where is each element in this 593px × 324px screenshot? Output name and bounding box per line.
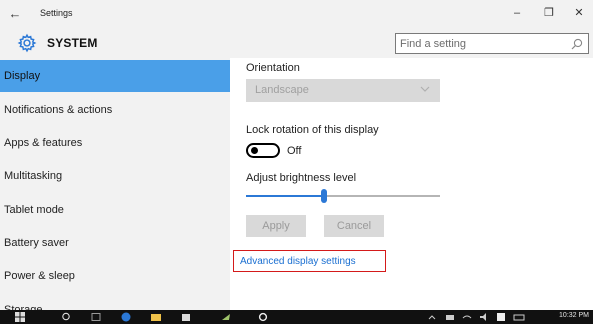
display-settings-panel: Orientation Landscape Lock rotation of t… [230,58,593,310]
sidebar-item-notifications[interactable]: Notifications & actions [0,94,230,126]
search-box[interactable] [395,33,589,54]
minimize-button[interactable]: – [507,4,527,22]
keyboard-icon[interactable] [513,312,525,322]
file-explorer-icon[interactable] [150,312,162,322]
sidebar-item-battery-saver[interactable]: Battery saver [0,227,230,259]
network-icon[interactable] [461,312,473,322]
close-button[interactable]: ✕ [569,4,589,22]
sidebar: Display Notifications & actions Apps & f… [0,58,230,310]
orientation-dropdown[interactable]: Landscape [246,79,440,102]
toggle-knob [251,147,258,154]
advanced-display-settings-link[interactable]: Advanced display settings [240,256,356,267]
lock-rotation-state: Off [287,145,302,157]
title-bar: ← Settings – ❐ ✕ [0,0,593,28]
section-header: SYSTEM [0,28,593,58]
search-input[interactable] [400,36,560,51]
cancel-button[interactable]: Cancel [324,215,384,237]
chevron-up-icon[interactable] [426,312,438,322]
edge-browser-icon[interactable] [120,312,132,322]
highlight-box: Advanced display settings [233,250,386,272]
apply-button[interactable]: Apply [246,215,306,237]
chevron-down-icon [420,86,430,92]
search-icon[interactable] [60,312,72,322]
slider-track [324,195,440,197]
window-title: Settings [40,8,73,18]
sidebar-item-power-sleep[interactable]: Power & sleep [0,260,230,292]
slider-thumb[interactable] [321,189,327,203]
back-arrow-icon[interactable]: ← [6,5,24,23]
lock-rotation-label: Lock rotation of this display [246,124,379,136]
store-icon[interactable] [180,312,192,322]
windows-start-icon[interactable] [14,312,26,322]
notification-icon[interactable] [495,312,507,322]
orientation-value: Landscape [255,84,309,96]
slider-track-fill [246,195,324,197]
sidebar-item-multitasking[interactable]: Multitasking [0,160,230,192]
brightness-label: Adjust brightness level [246,172,357,184]
sidebar-item-tablet-mode[interactable]: Tablet mode [0,194,230,226]
orientation-label: Orientation [246,62,300,74]
settings-gear-icon[interactable] [257,312,269,322]
task-view-icon[interactable] [90,312,102,322]
battery-icon[interactable] [444,312,456,322]
taskbar-clock[interactable]: 10:32 PM [559,312,589,320]
brightness-slider[interactable] [246,189,440,203]
lock-rotation-toggle[interactable] [246,143,280,158]
app-icon[interactable] [220,312,232,322]
search-icon[interactable] [570,37,584,51]
sidebar-item-apps-features[interactable]: Apps & features [0,127,230,159]
gear-icon [17,33,37,53]
sidebar-item-storage[interactable]: Storage [0,294,230,310]
sidebar-item-display[interactable]: Display [0,60,230,92]
restore-button[interactable]: ❐ [539,4,559,22]
taskbar: 10:32 PM [0,310,593,324]
section-title: SYSTEM [47,36,98,50]
volume-icon[interactable] [478,312,490,322]
